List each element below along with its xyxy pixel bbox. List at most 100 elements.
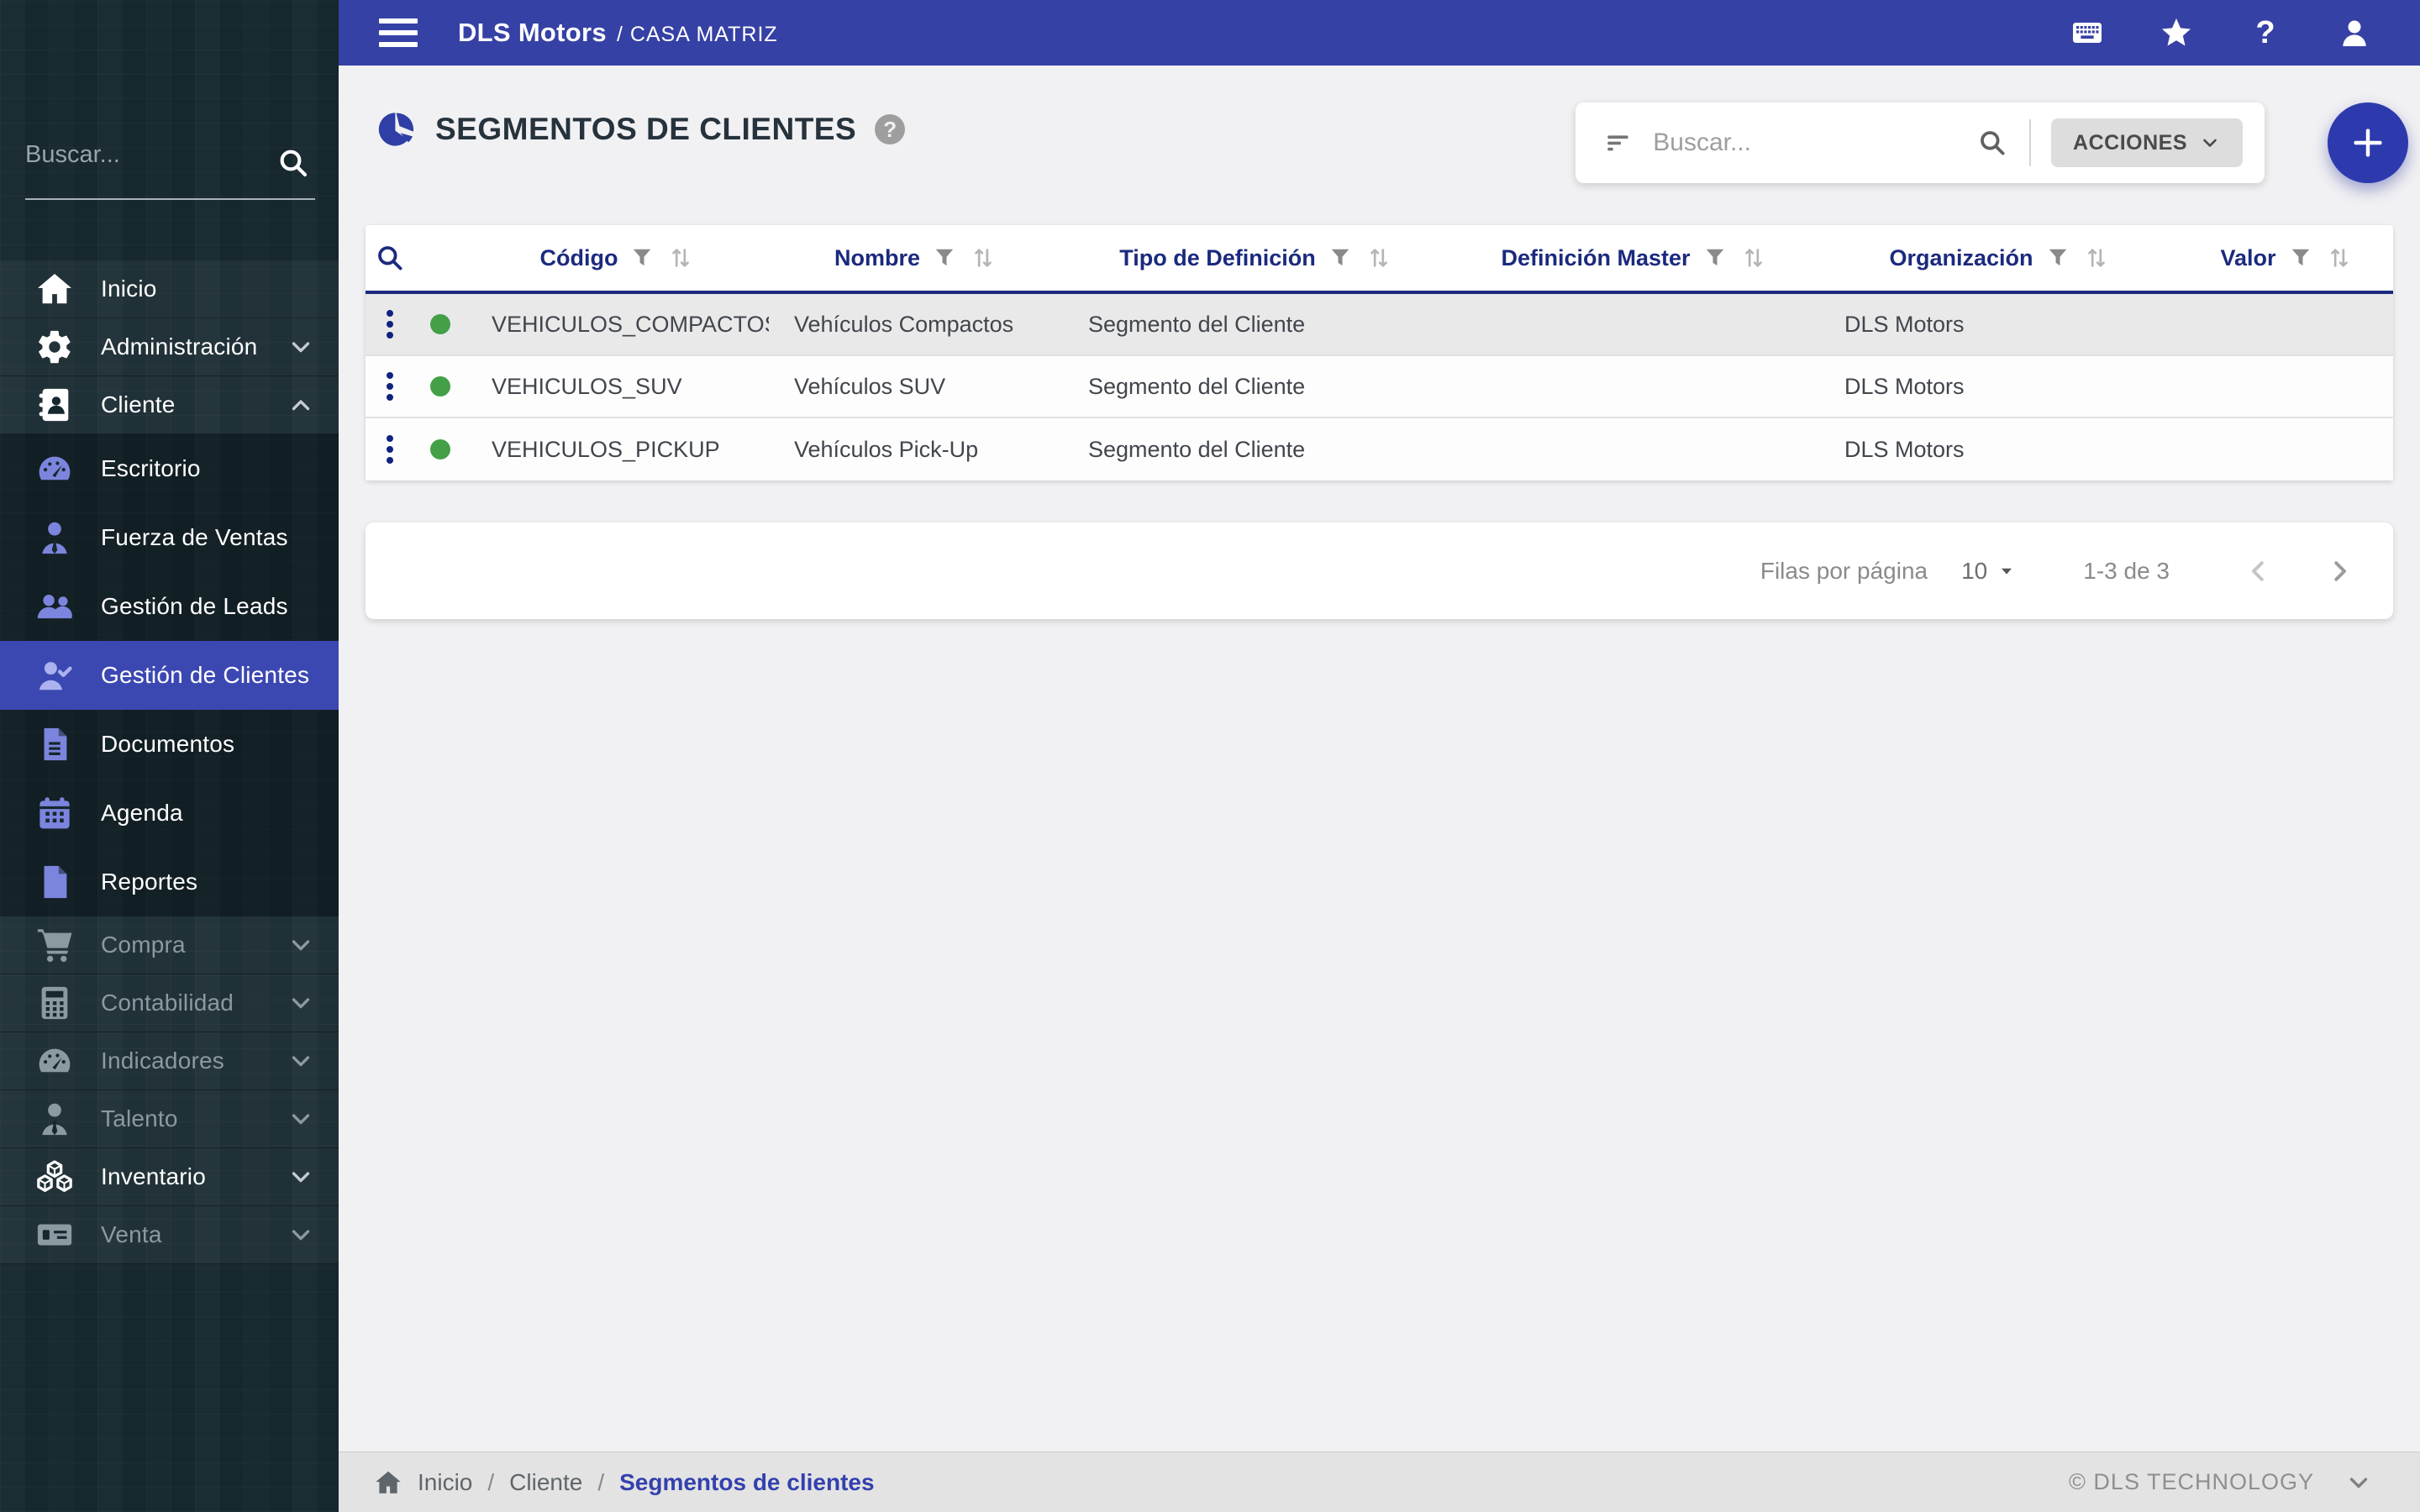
sort-icon[interactable] — [1739, 244, 1768, 272]
filter-icon[interactable] — [932, 245, 957, 270]
chevron-down-icon — [287, 931, 315, 959]
sidebar-item-gesti-n-de-leads[interactable]: Gestión de Leads — [0, 572, 339, 641]
table-search-icon[interactable] — [375, 243, 405, 273]
help-icon[interactable]: ? — [2249, 15, 2282, 51]
column-label: Valor — [2220, 244, 2276, 270]
money-check-icon — [35, 1215, 74, 1254]
search-icon[interactable] — [1977, 125, 2007, 160]
page-help-icon[interactable]: ? — [875, 114, 906, 144]
filter-icon[interactable] — [2288, 245, 2313, 270]
sidebar-item-fuerza-de-ventas[interactable]: Fuerza de Ventas — [0, 503, 339, 572]
sidebar-item-compra[interactable]: Compra — [0, 916, 339, 974]
gears-icon — [35, 328, 74, 366]
person-tie-icon — [35, 518, 74, 557]
sidebar-item-inventario[interactable]: Inventario — [0, 1148, 339, 1206]
breadcrumb-inicio[interactable]: Inicio — [418, 1469, 472, 1496]
table-row[interactable]: VEHICULOS_COMPACTOS Vehículos Compactos Se… — [366, 294, 2393, 356]
calendar-icon — [35, 794, 74, 832]
sidebar-item-label: Cliente — [101, 391, 176, 417]
cell: Vehículos Compactos — [794, 311, 1014, 337]
sidebar: Inicio Administración Cliente Escritorio Fue… — [0, 0, 339, 1512]
chevron-down-icon — [287, 1221, 315, 1249]
sidebar-item-inicio[interactable]: Inicio — [0, 260, 339, 318]
sidebar-item-reportes[interactable]: Reportes — [0, 848, 339, 916]
status-dot — [430, 439, 450, 459]
sort-icon[interactable] — [2082, 244, 2111, 272]
chevron-up-icon — [287, 391, 315, 419]
table-row[interactable]: VEHICULOS_PICKUP Vehículos Pick-Up Segment… — [366, 418, 2393, 480]
row-menu-icon[interactable] — [381, 305, 398, 344]
sort-icon[interactable] — [2325, 244, 2354, 272]
filter-icon[interactable] — [629, 245, 655, 270]
chevron-down-icon — [287, 333, 315, 361]
filter-icon[interactable] — [2045, 245, 2070, 270]
sort-icon[interactable] — [666, 244, 695, 272]
sidebar-item-label: Indicadores — [101, 1047, 224, 1074]
add-button[interactable] — [2328, 102, 2408, 183]
company-name: DLS Motors — [458, 18, 607, 47]
sidebar-item-gesti-n-de-clientes[interactable]: Gestión de Clientes — [0, 641, 339, 710]
segments-table: Código Nombre Tipo de Definición Definición… — [366, 225, 2393, 480]
hamburger-menu-icon[interactable] — [379, 18, 418, 47]
cell: DLS Motors — [1844, 436, 1965, 462]
sidebar-item-agenda[interactable]: Agenda — [0, 779, 339, 848]
address-book-icon — [35, 386, 74, 424]
filter-icon[interactable] — [1702, 245, 1728, 270]
user-check-icon — [35, 656, 74, 695]
gauge-icon — [35, 1042, 74, 1080]
actions-button[interactable]: ACCIONES — [2051, 118, 2243, 167]
sidebar-item-talento[interactable]: Talento — [0, 1090, 339, 1148]
column-header-5: Valor — [2181, 244, 2393, 272]
sidebar-item-label: Compra — [101, 932, 186, 958]
table-search-card: ACCIONES — [1576, 102, 2265, 183]
chevron-down-icon — [287, 1105, 315, 1133]
table-row[interactable]: VEHICULOS_SUV Vehículos SUV Segmento del C… — [366, 356, 2393, 418]
pagination-range: 1-3 de 3 — [2083, 557, 2170, 584]
sidebar-item-indicadores[interactable]: Indicadores — [0, 1032, 339, 1090]
next-page-icon[interactable] — [2324, 556, 2354, 586]
home-icon — [35, 270, 74, 308]
star-icon[interactable] — [2160, 16, 2193, 50]
footer: Inicio / Cliente / Segmentos de clientes… — [339, 1452, 2420, 1512]
prev-page-icon[interactable] — [2244, 556, 2274, 586]
file-icon — [35, 863, 74, 901]
user-icon[interactable] — [2338, 16, 2371, 50]
breadcrumb-cliente[interactable]: Cliente — [509, 1469, 582, 1496]
keyboard-icon[interactable] — [2070, 16, 2104, 50]
table-header-row: Código Nombre Tipo de Definición Definición… — [366, 225, 2393, 294]
search-icon[interactable] — [276, 146, 310, 180]
sort-icon[interactable] — [969, 244, 997, 272]
sidebar-item-contabilidad[interactable]: Contabilidad — [0, 974, 339, 1032]
row-menu-icon[interactable] — [381, 367, 398, 406]
row-menu-icon[interactable] — [381, 430, 398, 469]
sidebar-item-escritorio[interactable]: Escritorio — [0, 434, 339, 503]
sidebar-item-label: Fuerza de Ventas — [101, 524, 288, 550]
column-header-0: Código — [466, 244, 769, 272]
cell: VEHICULOS_COMPACTOS — [492, 311, 769, 337]
sidebar-item-cliente[interactable]: Cliente — [0, 376, 339, 434]
cell: Segmento del Cliente — [1088, 311, 1306, 337]
chevron-down-icon[interactable] — [2344, 1468, 2373, 1497]
filter-icon[interactable] — [1328, 245, 1353, 270]
pie-chart-icon — [376, 109, 417, 150]
sidebar-item-venta[interactable]: Venta — [0, 1206, 339, 1264]
sort-icon[interactable] — [1365, 244, 1393, 272]
cell: DLS Motors — [1844, 311, 1965, 337]
table-search-input[interactable] — [1653, 129, 1978, 157]
sidebar-item-documentos[interactable]: Documentos — [0, 710, 339, 779]
status-dot — [430, 376, 450, 396]
column-header-3: Definición Master — [1449, 244, 1819, 272]
gauge-icon — [35, 449, 74, 488]
sidebar-item-administraci-n[interactable]: Administración — [0, 318, 339, 376]
column-label: Código — [539, 244, 618, 270]
sidebar-item-label: Gestión de Leads — [101, 593, 288, 619]
sidebar-search-input[interactable] — [25, 141, 260, 169]
app-title: DLS Motors / CASA MATRIZ — [458, 18, 778, 48]
pagination-bar: Filas por página 10 1-3 de 3 — [366, 522, 2393, 619]
column-label: Definición Master — [1501, 244, 1691, 270]
sidebar-item-label: Gestión de Clientes — [101, 662, 310, 688]
rows-per-page-select[interactable]: 10 — [1961, 558, 2016, 585]
calculator-icon — [35, 984, 74, 1022]
column-header-2: Tipo de Definición — [1063, 244, 1449, 272]
home-icon — [374, 1468, 402, 1497]
